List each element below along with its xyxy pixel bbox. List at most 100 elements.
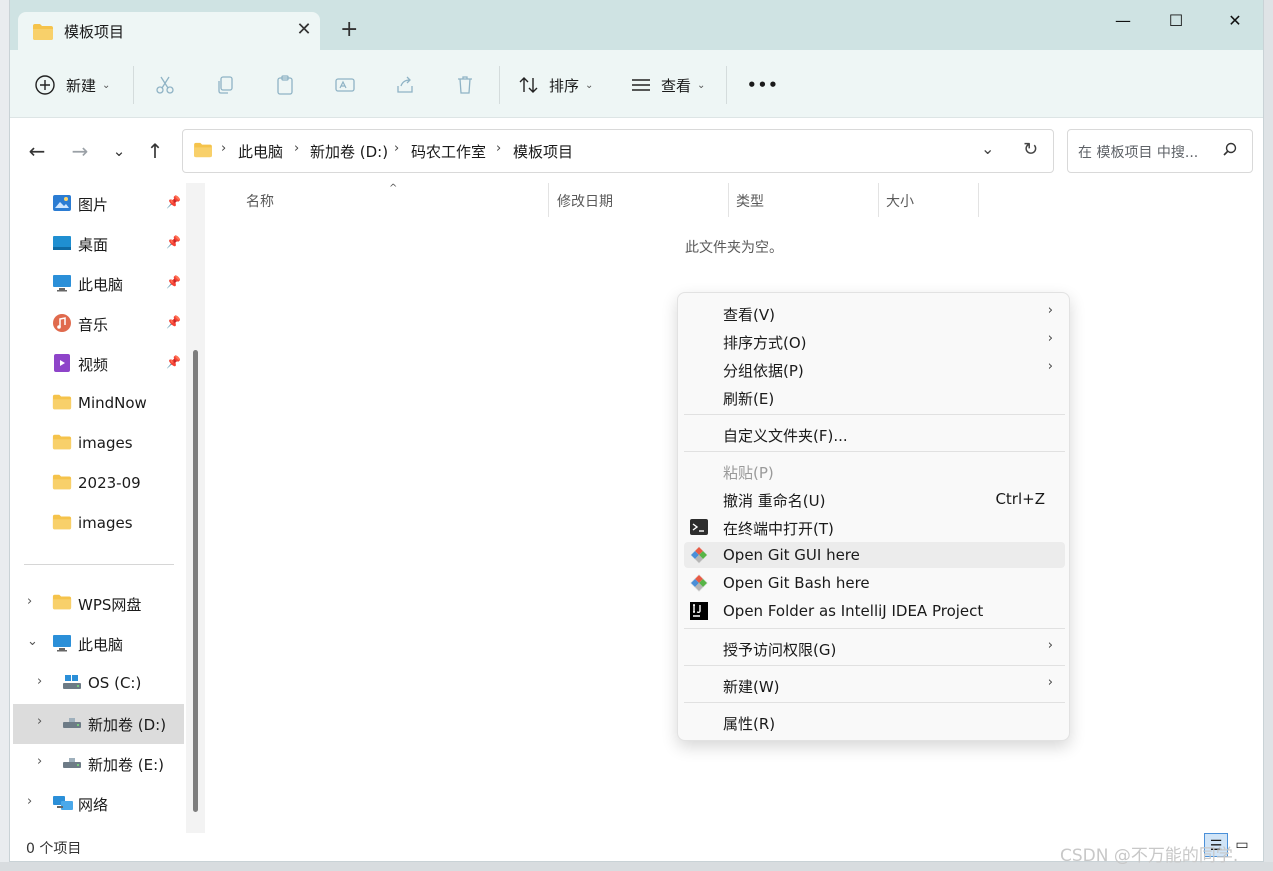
chevron-right-icon: › [294, 141, 300, 156]
maximize-button[interactable]: ☐ [1153, 6, 1199, 36]
more-options-button[interactable]: ••• [747, 70, 779, 100]
tab-current-folder[interactable]: 模板项目 ✕ [18, 12, 320, 50]
cut-button[interactable] [154, 70, 176, 100]
terminal-icon [689, 517, 709, 537]
sidebar-item-pictures[interactable]: 图片 📌 [10, 184, 185, 224]
tab-title: 模板项目 [64, 23, 125, 41]
menu-item-new[interactable]: 新建(W) › [684, 672, 1065, 698]
column-header-size[interactable]: 大小 [886, 191, 914, 211]
recent-locations-button[interactable]: ⌄ [104, 138, 134, 164]
column-header-type[interactable]: 类型 [736, 191, 764, 211]
menu-item-label: 新建(W) [723, 678, 780, 696]
menu-item-group-by[interactable]: 分组依据(P) › [684, 356, 1065, 382]
chevron-right-icon[interactable]: › [27, 794, 32, 809]
rename-button[interactable] [334, 70, 356, 100]
plus-circle-icon [35, 75, 55, 95]
sort-button[interactable]: 排序 ⌄ [518, 70, 593, 100]
view-button[interactable]: 查看 ⌄ [630, 70, 705, 100]
sidebar-scrollbar-thumb[interactable] [193, 350, 198, 812]
chevron-right-icon: › [1047, 359, 1053, 374]
copy-icon [218, 76, 233, 94]
column-header-modified[interactable]: 修改日期 [557, 191, 613, 211]
column-header-name[interactable]: 名称 [246, 191, 274, 211]
forward-button[interactable]: → [65, 138, 95, 164]
sidebar-item-images[interactable]: images [10, 424, 185, 464]
sidebar-item-images-2[interactable]: images [10, 504, 185, 544]
search-box[interactable]: 在 模板项目 中搜... [1067, 129, 1253, 173]
copy-button[interactable] [214, 70, 236, 100]
sidebar-item-desktop[interactable]: 桌面 📌 [10, 224, 185, 264]
chevron-right-icon[interactable]: › [37, 754, 42, 769]
sidebar-item-this-pc[interactable]: ⌄ 此电脑 [10, 624, 185, 664]
folder-icon [52, 593, 74, 615]
chevron-right-icon[interactable]: › [27, 594, 32, 609]
sidebar-item-this-pc-pinned[interactable]: 此电脑 📌 [10, 264, 185, 304]
up-button[interactable]: ↑ [140, 138, 170, 164]
toolbar-divider [499, 66, 500, 104]
menu-item-undo-rename[interactable]: 撤消 重命名(U) Ctrl+Z [684, 486, 1065, 512]
breadcrumb-workshop[interactable]: 码农工作室 [411, 141, 486, 162]
new-tab-button[interactable]: + [340, 17, 358, 43]
sidebar-item-videos[interactable]: 视频 📌 [10, 344, 185, 384]
menu-item-intellij[interactable]: Open Folder as IntelliJ IDEA Project [684, 598, 1065, 624]
column-divider[interactable] [978, 183, 979, 217]
cut-icon [156, 76, 174, 94]
menu-item-properties[interactable]: 属性(R) [684, 709, 1065, 735]
menu-item-view[interactable]: 查看(V) › [684, 300, 1065, 326]
address-dropdown-icon[interactable]: ⌄ [981, 139, 994, 158]
delete-button[interactable] [454, 70, 476, 100]
breadcrumb-drive-d[interactable]: 新加卷 (D:) [310, 141, 388, 162]
share-button[interactable] [394, 70, 416, 100]
menu-item-label: 分组依据(P) [723, 362, 804, 380]
back-button[interactable]: ← [22, 138, 52, 164]
computer-icon [52, 273, 74, 295]
column-divider[interactable] [878, 183, 879, 217]
view-list-icon [632, 79, 650, 91]
network-icon [52, 793, 74, 815]
paste-button[interactable] [274, 70, 296, 100]
minimize-button[interactable]: — [1100, 6, 1146, 36]
close-window-button[interactable]: ✕ [1212, 6, 1258, 36]
menu-item-give-access[interactable]: 授予访问权限(G) › [684, 635, 1065, 661]
watermark: CSDN @不万能的同学. [1060, 846, 1239, 866]
chevron-right-icon[interactable]: › [37, 714, 42, 729]
breadcrumb-this-pc[interactable]: 此电脑 [238, 141, 283, 162]
refresh-icon[interactable]: ↻ [1023, 139, 1038, 160]
item-count: 0 个项目 [26, 841, 82, 857]
menu-item-paste[interactable]: 粘贴(P) [684, 458, 1065, 484]
menu-item-customize-folder[interactable]: 自定义文件夹(F)... [684, 421, 1065, 447]
chevron-right-icon: › [1047, 303, 1053, 318]
file-explorer-window: 模板项目 ✕ + — ☐ ✕ 新建 ⌄ 排序 ⌄ 查看 ⌄ ••• ← → ⌄ … [9, 0, 1264, 862]
sidebar-item-mindnow[interactable]: MindNow [10, 384, 185, 424]
menu-item-git-gui[interactable]: Open Git GUI here [684, 542, 1065, 568]
menu-item-sort-by[interactable]: 排序方式(O) › [684, 328, 1065, 354]
sidebar-item-drive-e[interactable]: › 新加卷 (E:) [10, 744, 185, 784]
menu-item-label: 粘贴(P) [723, 464, 774, 482]
computer-icon [52, 633, 74, 655]
chevron-right-icon[interactable]: › [37, 674, 42, 689]
chevron-down-icon[interactable]: ⌄ [27, 634, 38, 649]
column-divider[interactable] [548, 183, 549, 217]
sidebar-item-drive-d[interactable]: › 新加卷 (D:) [13, 704, 184, 744]
tab-close-icon[interactable]: ✕ [294, 19, 314, 40]
sidebar-item-label: MindNow [78, 394, 147, 412]
chevron-down-icon: ⌄ [102, 79, 111, 91]
git-icon [689, 573, 709, 593]
sidebar-item-2023-09[interactable]: 2023-09 [10, 464, 185, 504]
sidebar-item-drive-c[interactable]: › OS (C:) [10, 664, 185, 704]
address-bar[interactable]: › 此电脑 › 新加卷 (D:) › 码农工作室 › 模板项目 ⌄ ↻ [182, 129, 1054, 173]
sidebar-item-network[interactable]: › 网络 [10, 784, 185, 824]
column-divider[interactable] [728, 183, 729, 217]
sort-button-label: 排序 [549, 76, 580, 95]
sidebar-item-music[interactable]: 音乐 📌 [10, 304, 185, 344]
menu-item-open-terminal[interactable]: 在终端中打开(T) [684, 514, 1065, 540]
sidebar-item-wps-drive[interactable]: › WPS网盘 [10, 584, 185, 624]
breadcrumb-template-project[interactable]: 模板项目 [513, 141, 573, 162]
menu-item-refresh[interactable]: 刷新(E) [684, 384, 1065, 410]
new-button[interactable]: 新建 ⌄ [34, 70, 110, 100]
menu-item-git-bash[interactable]: Open Git Bash here [684, 570, 1065, 596]
chevron-right-icon: › [1047, 638, 1053, 653]
menu-item-label: 属性(R) [723, 715, 776, 733]
git-icon [689, 545, 709, 565]
sidebar-item-label: 音乐 [78, 316, 109, 334]
